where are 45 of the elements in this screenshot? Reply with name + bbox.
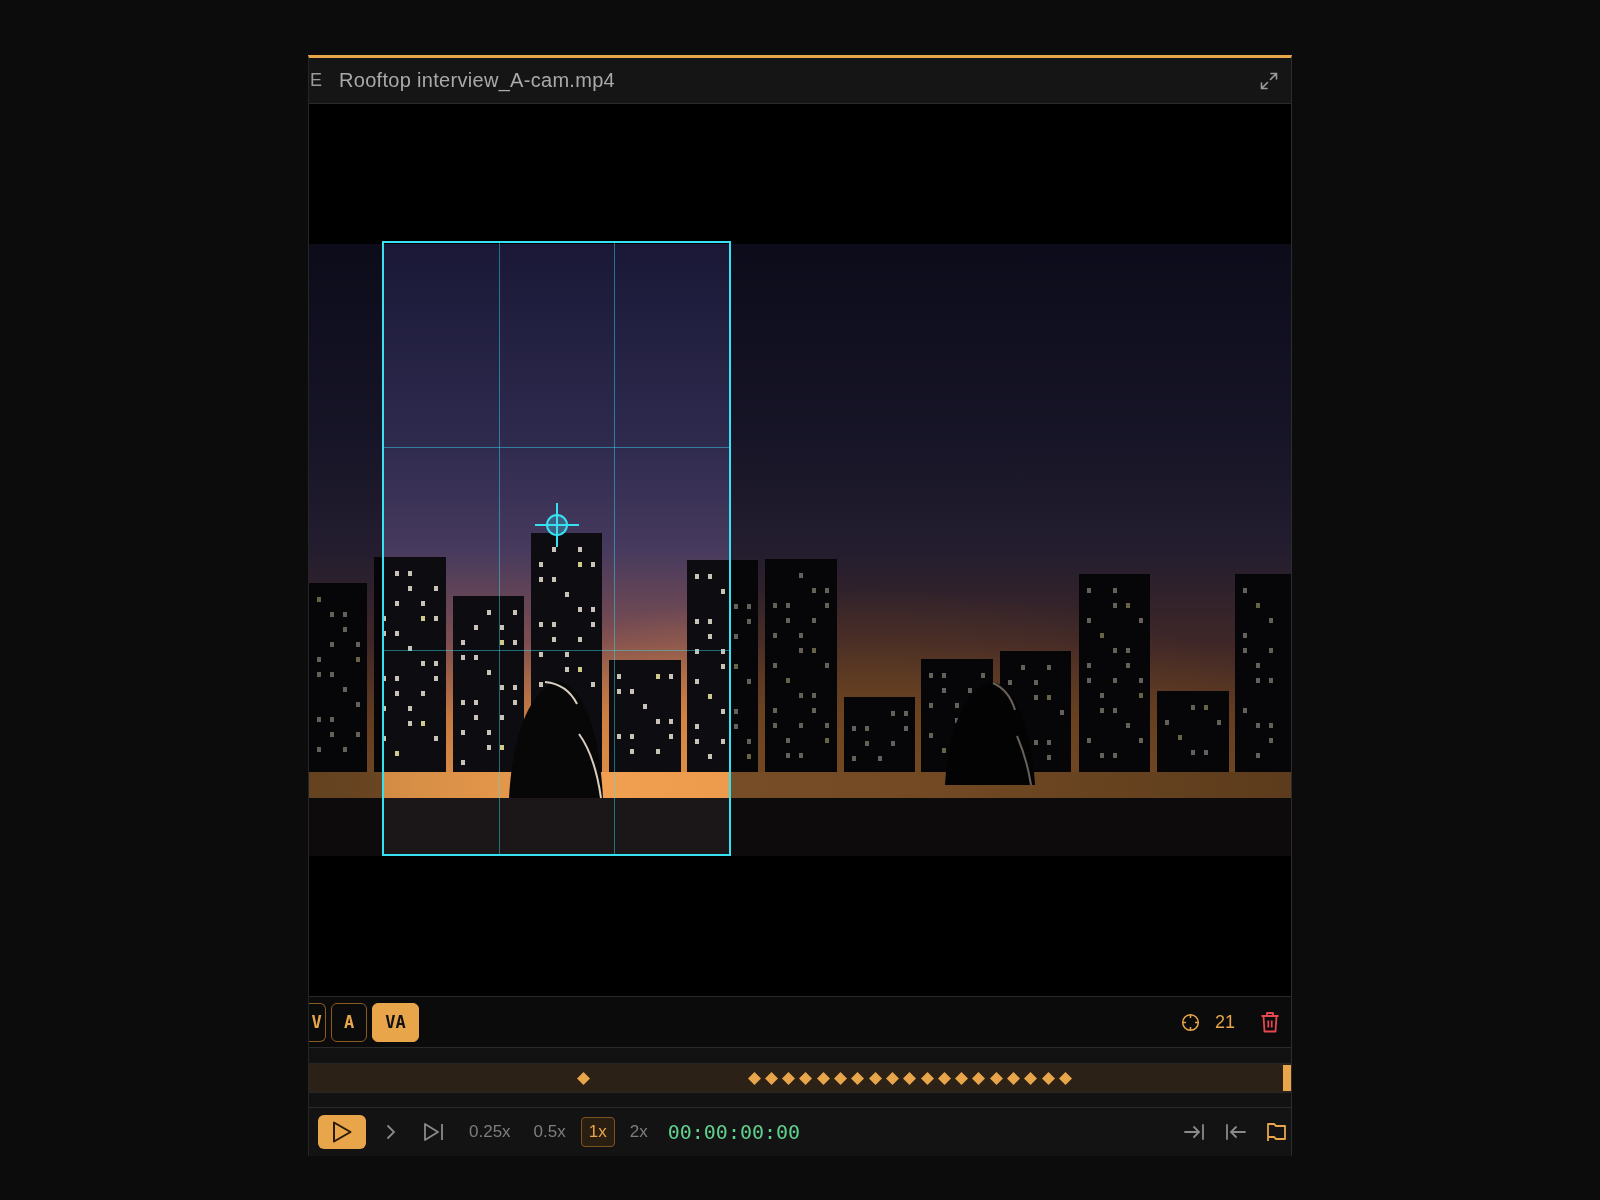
timecode: 00:00:00:00	[667, 1120, 801, 1144]
play-button[interactable]	[318, 1115, 366, 1149]
track-mode-button[interactable]: A	[331, 1002, 368, 1042]
diamond-icon[interactable]	[972, 1072, 986, 1085]
diamond-icon[interactable]	[764, 1072, 778, 1085]
keyframe-track[interactable]	[309, 1063, 1291, 1093]
diamond-icon[interactable]	[955, 1072, 969, 1085]
track-handle[interactable]	[1283, 1065, 1291, 1091]
diamond-icon[interactable]	[799, 1072, 813, 1085]
flag-icon[interactable]	[1266, 1122, 1287, 1142]
diamond-icon[interactable]	[1007, 1072, 1020, 1085]
crop-frame[interactable]	[382, 241, 731, 856]
speed-button[interactable]: 2x	[621, 1117, 656, 1147]
track-mode-button[interactable]: VA	[372, 1002, 419, 1042]
diamond-icon[interactable]	[868, 1072, 882, 1085]
track-mode-button[interactable]: V	[309, 1002, 326, 1042]
target-icon	[1180, 1012, 1200, 1032]
play-icon	[332, 1121, 352, 1143]
diamond-icon[interactable]	[782, 1072, 796, 1085]
diamond-icon[interactable]	[989, 1072, 1003, 1085]
chevron-icon[interactable]	[386, 1124, 396, 1140]
step-forward-icon[interactable]	[423, 1122, 444, 1142]
diamond-icon[interactable]	[816, 1072, 830, 1085]
diamond-icon[interactable]	[885, 1072, 899, 1085]
keyframe-count: 21	[1214, 1011, 1235, 1033]
diamond-icon[interactable]	[747, 1072, 761, 1085]
window-title: Rooftop interview_A-cam.mp4	[339, 69, 615, 92]
bar-arrow-left-icon[interactable]	[1225, 1122, 1246, 1142]
diamond-icon[interactable]	[937, 1072, 951, 1085]
expand-icon[interactable]	[1259, 70, 1279, 91]
diamond-icon[interactable]	[851, 1072, 865, 1085]
diamond-icon[interactable]	[903, 1072, 917, 1085]
diamond-icon[interactable]	[576, 1072, 590, 1085]
speed-button[interactable]: 1x	[580, 1117, 615, 1147]
speed-button[interactable]: 0.25x	[461, 1117, 519, 1147]
crosshair-icon[interactable]	[534, 503, 579, 547]
diamond-icon[interactable]	[1024, 1072, 1038, 1085]
diamond-icon[interactable]	[834, 1072, 847, 1085]
arrow-to-bar-icon[interactable]	[1184, 1122, 1205, 1142]
diamond-icon[interactable]	[920, 1072, 934, 1085]
trash-icon[interactable]	[1260, 1011, 1280, 1033]
diamond-icon[interactable]	[1058, 1072, 1072, 1085]
diamond-icon[interactable]	[1041, 1072, 1055, 1085]
speed-button[interactable]: 0.5x	[525, 1117, 574, 1147]
title-prefix: E	[310, 70, 322, 91]
